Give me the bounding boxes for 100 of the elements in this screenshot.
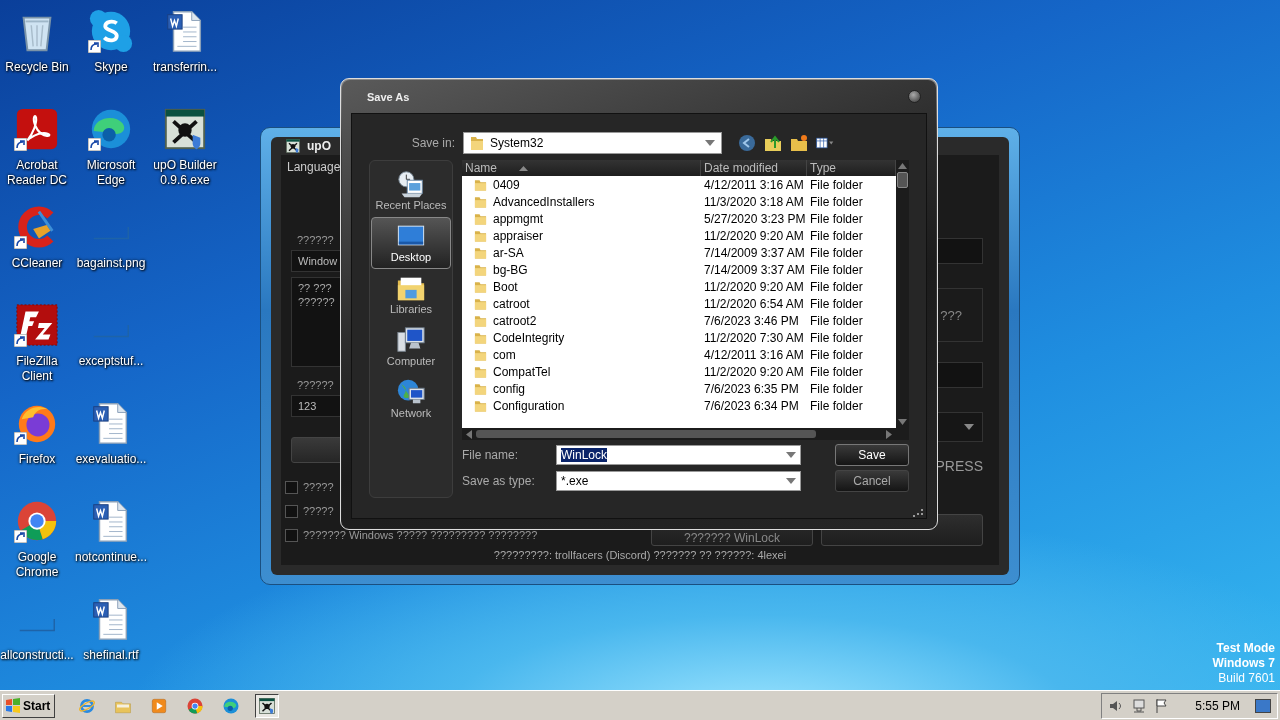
file-name[interactable]: appmgmt — [493, 211, 544, 226]
place-item[interactable]: Libraries — [371, 269, 451, 321]
start-button[interactable]: Start — [2, 693, 56, 718]
menu-item[interactable]: Language — [287, 160, 341, 174]
folder-icon — [474, 347, 487, 362]
type-cell-text: File folder — [809, 245, 864, 260]
folder-icon — [474, 398, 487, 413]
file-name[interactable]: 0409 — [493, 177, 520, 192]
status-text: ?????????: trollfacers (Discord) ??????? ?? ??????: 4lexei — [492, 548, 788, 563]
network-icon[interactable] — [1131, 697, 1148, 714]
option-button[interactable]: ??? — [934, 306, 968, 324]
date-cell-text: 11/3/2020 3:18 AM — [703, 194, 805, 209]
desktop-icon-label[interactable]: exceptstuf... — [74, 354, 148, 369]
desktop-icon-label[interactable]: exevaluatio... — [74, 452, 148, 467]
type-cell-text: File folder — [809, 398, 864, 413]
sort-arrow-icon — [519, 165, 528, 171]
taskbar-button[interactable] — [255, 693, 280, 718]
folder-icon — [474, 228, 487, 243]
desktop-icon-label[interactable]: Google Chrome — [0, 550, 74, 580]
desktop-icon-label[interactable]: allconstructi... — [0, 648, 74, 663]
scroll-right-icon[interactable] — [886, 429, 892, 439]
app-icon[interactable] — [14, 106, 60, 152]
file-name[interactable]: bg-BG — [493, 262, 528, 277]
folder-icon — [474, 296, 487, 311]
recent-places-icon — [396, 169, 426, 199]
browser-icon — [222, 696, 241, 715]
crossbones-icon[interactable] — [162, 106, 208, 152]
desktop-icon-label[interactable]: CCleaner — [0, 256, 74, 271]
desktop-icon-label[interactable]: transferrin... — [148, 60, 222, 75]
file-name[interactable]: catroot — [493, 296, 530, 311]
desktop-icon-label[interactable]: Recycle Bin — [0, 60, 74, 75]
checkbox[interactable] — [285, 528, 298, 542]
back-icon[interactable] — [738, 134, 756, 152]
file-name[interactable]: com — [493, 347, 516, 362]
checkbox[interactable] — [285, 504, 298, 518]
desktop-icon-label[interactable]: upO Builder 0.9.6.exe — [148, 158, 222, 188]
desktop-icon-label[interactable]: Skype — [74, 60, 148, 75]
folder-icon — [474, 364, 487, 379]
desktop-icon-label[interactable]: FileZilla Client — [0, 354, 74, 384]
type-cell-text: File folder — [809, 279, 864, 294]
folder-icon — [474, 245, 487, 260]
file-name[interactable]: catroot2 — [493, 313, 537, 328]
file-type-dropdown[interactable]: *.exe — [556, 471, 801, 491]
file-name-label: File name: — [462, 448, 520, 462]
desktop-icon-label[interactable]: bagainst.png — [74, 256, 148, 271]
dropdown-arrow-icon — [786, 478, 796, 484]
file-type-label: Save as type: — [462, 474, 536, 488]
file-name[interactable]: Configuration — [493, 398, 565, 413]
date-cell-text: 11/2/2020 6:54 AM — [703, 296, 805, 311]
checkbox[interactable] — [285, 480, 298, 494]
date-cell-text: 7/6/2023 6:34 PM — [703, 398, 800, 413]
folder-icon — [474, 313, 487, 328]
checkbox-label: ??????? Windows ????? ????????? ???????? — [303, 529, 538, 541]
chat-app-icon[interactable] — [88, 8, 134, 54]
place-item[interactable]: Computer — [371, 321, 451, 373]
save-in-dropdown[interactable]: System32 — [463, 132, 722, 154]
date-cell-text: 7/6/2023 3:46 PM — [703, 313, 800, 328]
desktop-icon-label[interactable]: Firefox — [0, 452, 74, 467]
file-name[interactable]: CompatTel — [493, 364, 551, 379]
up-folder-icon[interactable] — [764, 134, 782, 152]
date-cell-text: 11/2/2020 9:20 AM — [703, 279, 805, 294]
file-name[interactable]: Boot — [493, 279, 518, 294]
file-name[interactable]: AdvancedInstallers — [493, 194, 595, 209]
folder-icon — [474, 381, 487, 396]
type-cell-text: File folder — [809, 228, 864, 243]
save-button[interactable]: Save — [835, 444, 909, 466]
resize-grip-icon[interactable] — [913, 507, 923, 517]
desktop-icon-label[interactable]: shefinal.rtf — [74, 648, 148, 663]
folder-icon — [470, 135, 484, 151]
clock[interactable]: 5:55 PM — [1195, 698, 1240, 713]
place-item[interactable]: Recent Places — [371, 165, 451, 217]
new-folder-icon[interactable] — [790, 134, 808, 152]
desktop-icon-label[interactable]: notcontinue... — [74, 550, 148, 565]
crossbones-icon — [285, 138, 301, 154]
folder-icon — [474, 279, 487, 294]
scroll-thumb[interactable] — [897, 172, 908, 188]
file-name[interactable]: ar-SA — [493, 245, 524, 260]
vertical-scrollbar[interactable] — [896, 160, 909, 428]
cancel-button[interactable]: Cancel — [835, 470, 909, 492]
desktop-icon-label[interactable]: Microsoft Edge — [74, 158, 148, 188]
type-cell-text: File folder — [809, 347, 864, 362]
desktop-icon-label[interactable]: Acrobat Reader DC — [0, 158, 74, 188]
place-item[interactable]: Network — [371, 373, 451, 425]
save-in-label: Save in: — [410, 136, 455, 150]
scroll-left-icon[interactable] — [466, 429, 472, 439]
app-icon[interactable] — [14, 302, 60, 348]
date-cell-text: 11/2/2020 9:20 AM — [703, 228, 805, 243]
media-player-icon — [150, 696, 169, 715]
file-name[interactable]: config — [493, 381, 526, 396]
show-desktop-button[interactable] — [1255, 697, 1271, 714]
date-cell-text: 4/12/2011 3:16 AM — [703, 347, 805, 362]
file-name[interactable]: appraiser — [493, 228, 544, 243]
scroll-up-icon[interactable] — [898, 163, 907, 169]
close-button[interactable] — [908, 90, 921, 103]
place-item[interactable]: Desktop — [371, 217, 451, 269]
file-name-field[interactable]: WinLock — [556, 445, 801, 465]
file-name[interactable]: CodeIntegrity — [493, 330, 565, 345]
scroll-down-icon[interactable] — [898, 419, 907, 425]
type-cell-text: File folder — [809, 330, 864, 345]
crossbones-icon — [258, 696, 277, 715]
